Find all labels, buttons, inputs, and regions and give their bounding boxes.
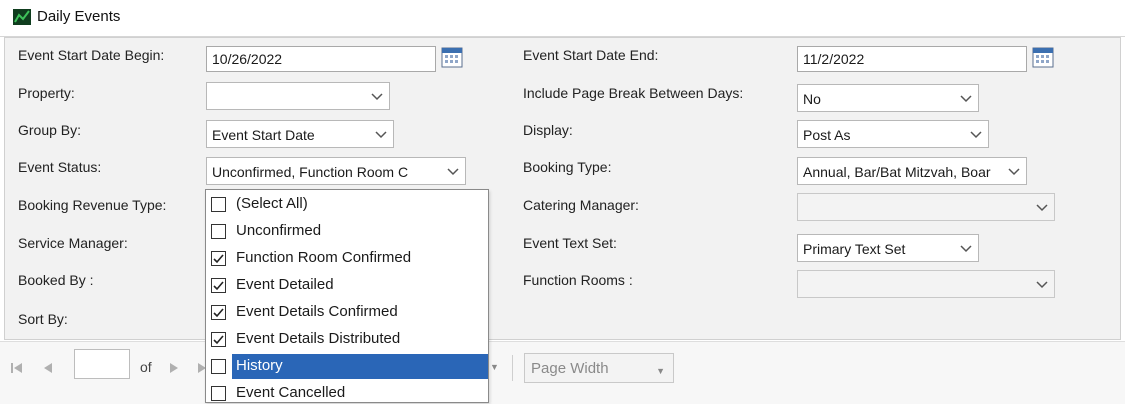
page-break-select[interactable]: No [797,84,979,112]
sort-by-label: Sort By: [18,311,68,327]
chevron-down-icon [970,131,982,139]
chevron-down-icon [960,245,972,253]
start-date-input[interactable]: 10/26/2022 [206,46,436,72]
app-icon [13,9,31,25]
status-option-history[interactable]: History [208,354,488,380]
service-manager-label: Service Manager: [18,235,128,251]
display-select[interactable]: Post As [797,120,989,148]
event-status-select[interactable]: Unconfirmed, Function Room C [206,157,466,185]
chevron-down-icon [960,95,972,103]
checkmark-icon [213,308,224,318]
chevron-down-icon [1036,204,1048,212]
event-text-set-select[interactable]: Primary Text Set [797,234,979,262]
checkmark-icon [213,335,224,345]
function-rooms-label: Function Rooms : [523,272,633,288]
status-option-function-room-confirmed[interactable]: Function Room Confirmed [208,246,488,272]
chevron-down-icon: ▼ [490,362,499,372]
group-by-select[interactable]: Event Start Date [206,120,394,148]
window-title: Daily Events [37,8,121,25]
status-option-select-all[interactable]: (Select All) [208,192,488,218]
chevron-down-icon [371,93,383,101]
calendar-icon[interactable] [1032,46,1054,68]
prev-page-icon[interactable] [42,361,54,375]
group-by-label: Group By: [18,122,82,138]
status-option-event-details-distributed[interactable]: Event Details Distributed [208,327,488,353]
booked-by-label: Booked By : [18,272,94,288]
first-page-icon[interactable] [10,361,24,375]
booking-type-label: Booking Type: [523,159,612,175]
checkbox[interactable] [211,386,226,401]
property-select[interactable] [206,82,390,110]
page-number-input[interactable] [74,349,130,379]
zoom-select[interactable]: Page Width ▼ [524,353,674,383]
checkbox[interactable] [211,224,226,239]
booking-type-select[interactable]: Annual, Bar/Bat Mitzvah, Boar [797,157,1027,185]
next-page-icon[interactable] [168,361,180,375]
start-date-label: Event Start Date Begin: [18,47,165,63]
title-bar: Daily Events [0,0,1125,37]
property-label: Property: [18,85,75,101]
chevron-down-icon [375,131,387,139]
catering-manager-select[interactable] [797,193,1055,221]
event-status-dropdown: (Select All) Unconfirmed Function Room C… [205,189,489,403]
checkmark-icon [213,281,224,291]
status-option-event-details-confirmed[interactable]: Event Details Confirmed [208,300,488,326]
revenue-type-label: Booking Revenue Type: [18,197,167,213]
page-break-label: Include Page Break Between Days: [523,85,744,101]
chevron-down-icon: ▼ [656,366,665,376]
status-option-unconfirmed[interactable]: Unconfirmed [208,219,488,245]
toolbar-separator [512,355,513,381]
checkbox[interactable] [211,332,226,347]
catering-manager-label: Catering Manager: [523,197,639,213]
checkbox[interactable] [211,305,226,320]
chevron-down-icon [1008,168,1020,176]
end-date-label: Event Start Date End: [523,47,659,63]
status-option-event-detailed[interactable]: Event Detailed [208,273,488,299]
chevron-down-icon [1036,281,1048,289]
checkbox[interactable] [211,197,226,212]
display-label: Display: [523,122,573,138]
checkmark-icon [213,254,224,264]
status-option-event-cancelled[interactable]: Event Cancelled [208,381,488,402]
calendar-icon[interactable] [441,46,463,68]
event-text-set-label: Event Text Set: [523,235,617,251]
event-status-label: Event Status: [18,159,102,175]
chevron-down-icon [447,168,459,176]
checkbox[interactable] [211,359,226,374]
function-rooms-select[interactable] [797,270,1055,298]
end-date-input[interactable]: 11/2/2022 [797,46,1027,72]
checkbox[interactable] [211,251,226,266]
page-of-label: of [140,359,152,375]
checkbox[interactable] [211,278,226,293]
